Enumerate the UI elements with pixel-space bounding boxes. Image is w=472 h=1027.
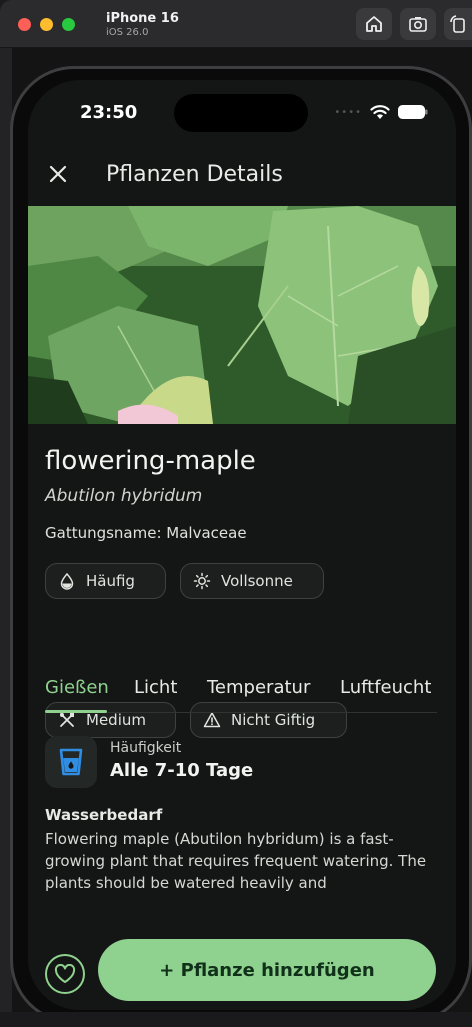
favorite-button[interactable] xyxy=(45,954,85,994)
plant-genus: Gattungsname: Malvaceae xyxy=(45,524,247,542)
frequency-label: Häufigkeit xyxy=(110,740,182,756)
status-time: 23:50 xyxy=(80,102,138,123)
minimize-window-button[interactable] xyxy=(40,18,53,31)
tab-luftfeuchtigkeit[interactable]: Luftfeucht xyxy=(340,677,431,698)
frequency-value: Alle 7-10 Tage xyxy=(110,760,254,781)
chip-light: Vollsonne xyxy=(180,563,324,599)
home-icon xyxy=(366,16,382,32)
tab-licht[interactable]: Licht xyxy=(134,677,177,698)
battery-icon xyxy=(398,105,428,119)
water-need-heading: Wasserbedarf xyxy=(45,806,163,824)
rotate-button[interactable] xyxy=(444,8,472,40)
sun-icon xyxy=(193,572,211,590)
screenshot-button[interactable] xyxy=(400,8,436,40)
page-title: Pflanzen Details xyxy=(106,162,283,187)
water-need-description: Flowering maple (Abutilon hybridum) is a… xyxy=(45,830,427,892)
chip-watering-label: Häufig xyxy=(86,572,135,590)
active-tab-indicator xyxy=(45,710,107,713)
rotate-icon xyxy=(450,15,465,33)
chip-light-label: Vollsonne xyxy=(221,572,293,590)
plant-details: flowering-maple Abutilon hybridum Gattun… xyxy=(28,424,456,1010)
add-plant-button[interactable]: + Pflanze hinzufügen xyxy=(98,939,436,1001)
dynamic-island xyxy=(174,94,308,132)
care-tabs: Gießen Licht Temperatur Luftfeucht xyxy=(45,671,437,713)
tools-icon xyxy=(60,713,74,727)
plant-latin-name: Abutilon hybridum xyxy=(45,486,203,506)
status-indicators: •••• xyxy=(334,104,428,120)
simulator-bottom-edge xyxy=(0,1012,472,1027)
chip-toxicity-label: Nicht Giftig xyxy=(231,711,316,729)
signal-dots-icon: •••• xyxy=(334,106,362,118)
screenshot-icon xyxy=(409,17,427,32)
zoom-window-button[interactable] xyxy=(62,18,75,31)
frequency-icon-box xyxy=(45,736,97,788)
chip-watering: Häufig xyxy=(45,563,166,599)
water-glass-icon xyxy=(59,748,83,776)
warning-icon xyxy=(203,712,221,728)
plant-image xyxy=(28,206,456,424)
chip-care-level-label: Medium xyxy=(86,711,146,729)
simulator-device-name: iPhone 16 xyxy=(106,11,179,26)
device-screen: 23:50 •••• Pflanzen Details flowering-ma… xyxy=(28,80,456,1010)
simulator-toolbar: iPhone 16 iOS 26.0 xyxy=(0,0,472,48)
home-button[interactable] xyxy=(356,8,392,40)
close-window-button[interactable] xyxy=(18,18,31,31)
wifi-icon xyxy=(370,105,390,119)
heart-icon xyxy=(54,964,76,983)
tab-giessen[interactable]: Gießen xyxy=(45,677,109,698)
close-icon[interactable] xyxy=(46,162,70,186)
simulator-os-version: iOS 26.0 xyxy=(106,27,149,38)
water-drop-icon xyxy=(60,572,74,590)
tab-temperatur[interactable]: Temperatur xyxy=(207,677,310,698)
plant-common-name: flowering-maple xyxy=(45,446,256,476)
